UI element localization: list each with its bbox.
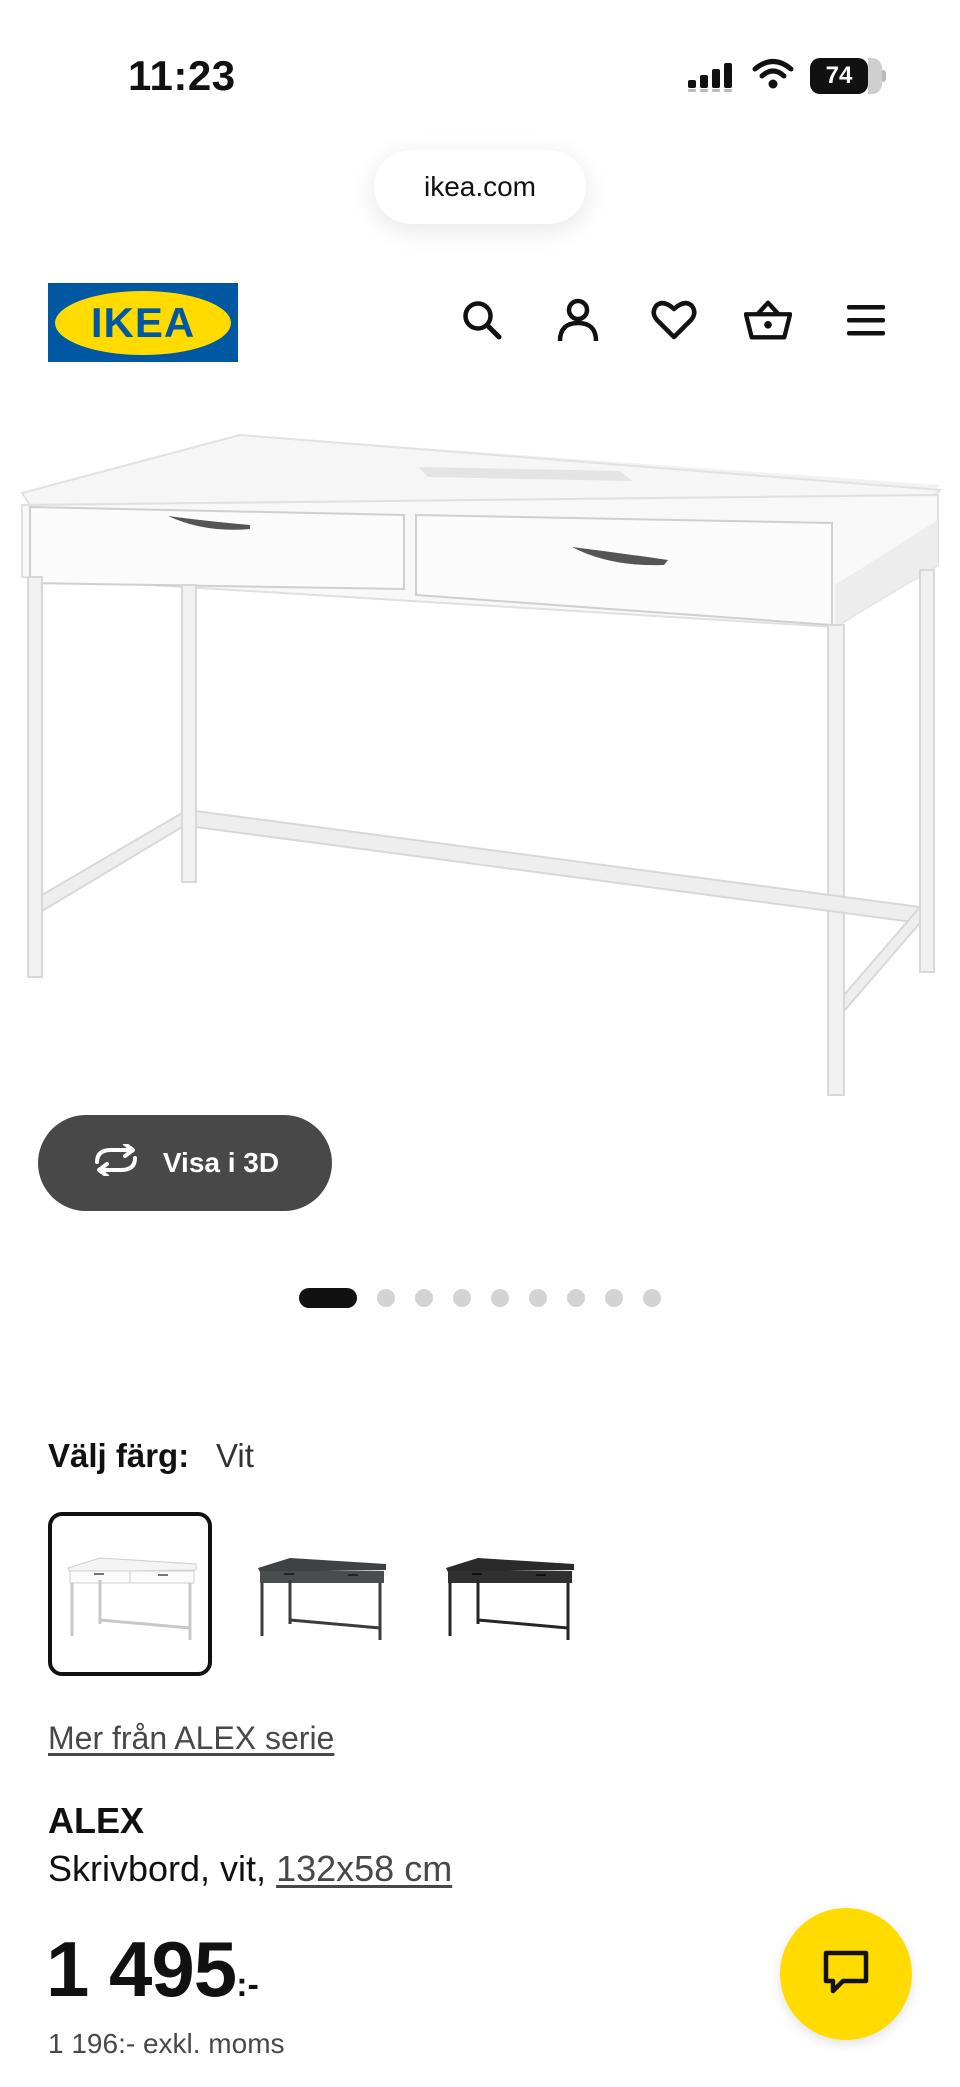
view-3d-label: Visa i 3D <box>162 1147 280 1178</box>
address-bar[interactable]: ikea.com <box>374 150 586 224</box>
heart-icon[interactable] <box>650 296 698 344</box>
carousel-dot[interactable] <box>299 1288 357 1308</box>
color-label: Välj färg: <box>48 1437 190 1474</box>
menu-icon[interactable] <box>842 296 890 344</box>
basket-icon[interactable] <box>744 296 792 344</box>
carousel-dot[interactable] <box>377 1289 395 1307</box>
series-link[interactable]: Mer från ALEX serie <box>48 1720 334 1757</box>
price-excl-vat: 1 196:- exkl. moms <box>48 2028 285 2059</box>
carousel-dot[interactable] <box>605 1289 623 1307</box>
price-value: 1 495 <box>46 1925 237 2013</box>
address-bar-url: ikea.com <box>423 171 537 202</box>
logo-text: IKEA <box>90 298 196 346</box>
color-swatch-black-brown[interactable] <box>426 1512 590 1676</box>
cellular-signal-icon <box>688 62 736 97</box>
rotate-3d-icon <box>91 1141 141 1183</box>
carousel-dot[interactable] <box>567 1289 585 1307</box>
product-price: 1 495 :- <box>46 1928 259 2010</box>
carousel-dot[interactable] <box>453 1289 471 1307</box>
selected-color-value: Vit <box>216 1437 254 1474</box>
carousel-dot[interactable] <box>415 1289 433 1307</box>
price-suffix: :- <box>236 1966 259 2004</box>
chat-icon <box>821 1947 871 2002</box>
status-time: 11:23 <box>128 52 236 99</box>
carousel-dot[interactable] <box>529 1289 547 1307</box>
carousel-dot[interactable] <box>643 1289 661 1307</box>
product-size-link[interactable]: 132x58 cm <box>276 1848 452 1889</box>
view-3d-button[interactable]: Visa i 3D <box>38 1115 332 1211</box>
product-description-text: Skrivbord, vit, <box>48 1848 267 1889</box>
color-swatch-white[interactable] <box>48 1512 212 1676</box>
chat-button[interactable] <box>780 1908 912 2040</box>
wifi-icon <box>752 58 794 95</box>
product-description: Skrivbord, vit, 132x58 cm <box>48 1848 452 1890</box>
search-icon[interactable] <box>458 296 506 344</box>
carousel-dot[interactable] <box>491 1289 509 1307</box>
battery-level: 74 <box>810 58 868 94</box>
carousel-indicator <box>0 1286 960 1310</box>
product-image[interactable] <box>0 395 960 1115</box>
color-swatch-grey-turquoise[interactable] <box>238 1512 402 1676</box>
product-name: ALEX <box>48 1800 145 1841</box>
ikea-logo[interactable]: IKEA <box>48 283 238 362</box>
battery-icon: 74 <box>810 58 886 94</box>
account-icon[interactable] <box>554 296 602 344</box>
